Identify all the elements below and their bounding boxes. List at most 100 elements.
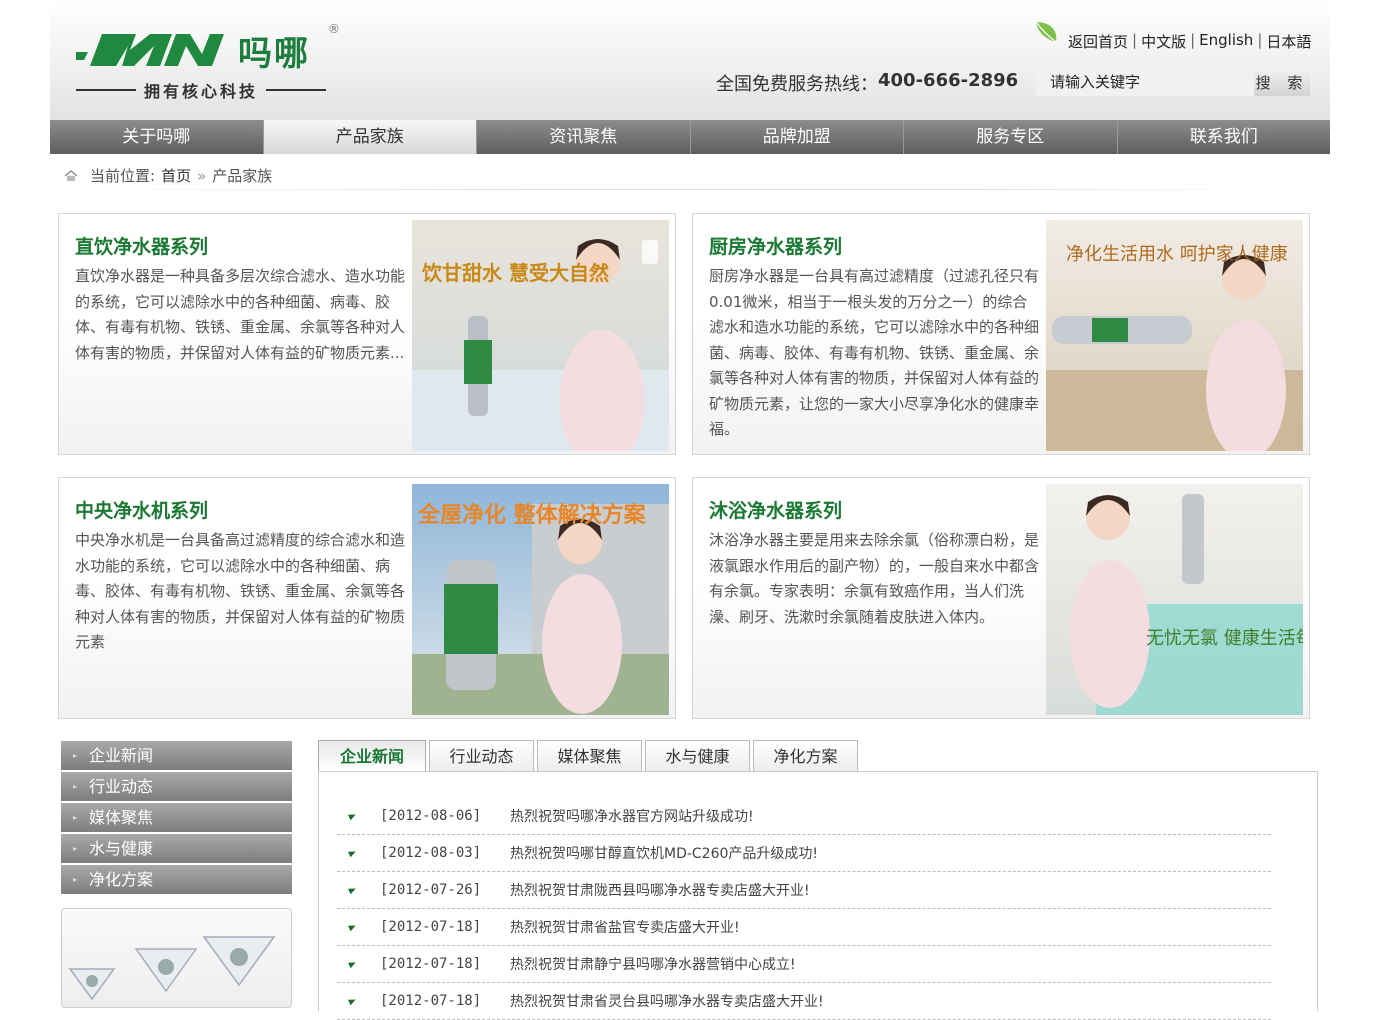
site-header: 吗哪 ® 拥有核心科技 返回首页 | 中文版 | English | 日本語 全… (50, 0, 1330, 120)
nav-contact[interactable]: 联系我们 (1118, 120, 1331, 154)
news-title[interactable]: 热烈祝贺甘肃陇西县吗哪净水器专卖店盛大开业! (510, 880, 810, 900)
breadcrumb-current: 产品家族 (212, 167, 273, 185)
news-title[interactable]: 热烈祝贺甘肃省盐官专卖店盛大开业! (510, 917, 740, 937)
nav-about[interactable]: 关于吗哪 (50, 120, 264, 154)
tab-solutions[interactable]: 净化方案 (753, 740, 858, 772)
arrow-icon (348, 922, 357, 932)
product-title[interactable]: 直饮净水器系列 (75, 232, 208, 259)
registered-mark: ® (328, 22, 340, 36)
product-photo-icon: 无忧无氯 健康生活每一天！ (1046, 484, 1303, 715)
bullet-icon: ▸ (73, 782, 78, 791)
image-caption: 全屋净化 整体解决方案 (417, 502, 647, 528)
product-description: 中央净水机是一台具备高过滤精度的综合滤水和造水功能的系统，它可以滤除水中的各种细… (75, 531, 406, 651)
breadcrumb-home[interactable]: 首页 (161, 165, 191, 186)
search-button[interactable]: 搜 索 (1254, 68, 1310, 96)
product-description: 直饮净水器是一种具备多层次综合滤水、造水功能的系统，它可以滤除水中的各种细菌、病… (75, 267, 406, 362)
product-description: 厨房净水器是一台具有高过滤精度（过滤孔径只有0.01微米，相当于一根头发的万分之… (709, 267, 1040, 438)
news-list: [2012-08-06] 热烈祝贺吗哪净水器官方网站升级成功! [2012-08-… (337, 798, 1271, 1020)
breadcrumb: 当前位置: 首页 » 产品家族 (64, 162, 1264, 190)
nav-franchise[interactable]: 品牌加盟 (691, 120, 904, 154)
news-date: [2012-08-03] (380, 845, 482, 861)
sidebar-item-label: 水与健康 (89, 839, 154, 858)
news-title[interactable]: 热烈祝贺吗哪甘醇直饮机MD-C260产品升级成功! (510, 843, 818, 863)
list-item[interactable]: [2012-08-03] 热烈祝贺吗哪甘醇直饮机MD-C260产品升级成功! (337, 835, 1271, 872)
product-image[interactable]: 无忧无氯 健康生活每一天！ (1046, 484, 1303, 715)
news-title[interactable]: 热烈祝贺甘肃省灵台县吗哪净水器专卖店盛大开业! (510, 991, 824, 1011)
leaf-icon (1035, 21, 1057, 43)
list-item[interactable]: [2012-07-26] 热烈祝贺甘肃陇西县吗哪净水器专卖店盛大开业! (337, 872, 1271, 909)
product-description: 沐浴净水器主要是用来去除余氯（俗称漂白粉，是液氯跟水作用后的副产物）的，一般自来… (709, 531, 1040, 626)
list-item[interactable]: [2012-08-06] 热烈祝贺吗哪净水器官方网站升级成功! (337, 798, 1271, 835)
glasses-icon (68, 936, 276, 1001)
link-japanese[interactable]: 日本語 (1266, 31, 1311, 52)
sidebar-item-label: 净化方案 (89, 870, 154, 889)
news-date: [2012-07-18] (380, 993, 482, 1009)
image-caption: 净化生活用水 呵护家人健康 (1066, 244, 1288, 265)
news-title[interactable]: 热烈祝贺吗哪净水器官方网站升级成功! (510, 806, 754, 826)
sidebar-photo (61, 908, 292, 1008)
list-item[interactable]: [2012-07-18] 热烈祝贺甘肃静宁县吗哪净水器营销中心成立! (337, 946, 1271, 983)
arrow-icon (348, 959, 357, 969)
product-image[interactable]: 净化生活用水 呵护家人健康 (1046, 220, 1303, 451)
sidebar-item-solutions[interactable]: ▸ 净化方案 (61, 865, 292, 894)
sidebar-item-label: 媒体聚焦 (89, 808, 154, 827)
tab-health[interactable]: 水与健康 (645, 740, 750, 772)
link-home[interactable]: 返回首页 (1068, 31, 1128, 52)
top-links: 返回首页 | 中文版 | English | 日本語 (1068, 31, 1311, 52)
image-caption: 无忧无氯 健康生活每一天！ (1146, 628, 1303, 649)
logo-text: 吗哪 (238, 34, 310, 74)
hotline-number: 400-666-2896 (878, 70, 1019, 91)
tab-media[interactable]: 媒体聚焦 (537, 740, 642, 772)
arrow-icon (348, 811, 357, 821)
tab-company-news[interactable]: 企业新闻 (318, 740, 426, 772)
sidebar-item-industry[interactable]: ▸ 行业动态 (61, 772, 292, 801)
hotline-label: 全国免费服务热线： (716, 74, 878, 95)
link-separator: | (1132, 31, 1138, 49)
search-box: 搜 索 (1036, 68, 1310, 96)
product-photo-icon: 饮甘甜水 慧受大自然 (412, 220, 669, 451)
search-input[interactable] (1036, 68, 1256, 96)
sidebar-item-media[interactable]: ▸ 媒体聚焦 (61, 803, 292, 832)
breadcrumb-label: 当前位置: (90, 167, 156, 185)
link-separator: | (1257, 31, 1263, 49)
product-card-central: 中央净水机系列 中央净水机是一台具备高过滤精度的综合滤水和造水功能的系统，它可以… (58, 477, 676, 719)
arrow-icon (348, 885, 357, 895)
sidebar-item-health[interactable]: ▸ 水与健康 (61, 834, 292, 863)
product-title[interactable]: 厨房净水器系列 (709, 232, 842, 259)
news-date: [2012-07-26] (380, 882, 482, 898)
product-image[interactable]: 全屋净化 整体解决方案 (412, 484, 669, 715)
product-title[interactable]: 中央净水机系列 (75, 496, 208, 523)
product-title[interactable]: 沐浴净水器系列 (709, 496, 842, 523)
news-tabs: 企业新闻 行业动态 媒体聚焦 水与健康 净化方案 (318, 740, 858, 772)
breadcrumb-separator: » (197, 166, 207, 185)
product-card-shower: 沐浴净水器系列 沐浴净水器主要是用来去除余氯（俗称漂白粉，是液氯跟水作用后的副产… (692, 477, 1310, 719)
news-title[interactable]: 热烈祝贺甘肃静宁县吗哪净水器营销中心成立! (510, 954, 796, 974)
news-panel: [2012-08-06] 热烈祝贺吗哪净水器官方网站升级成功! [2012-08-… (318, 771, 1318, 1020)
tab-industry[interactable]: 行业动态 (429, 740, 534, 772)
link-english[interactable]: English (1199, 31, 1253, 52)
sidebar-menu: ▸ 企业新闻 ▸ 行业动态 ▸ 媒体聚焦 ▸ 水与健康 ▸ 净化方案 (61, 741, 292, 896)
slogan: 拥有核心科技 (76, 78, 327, 102)
arrow-icon (348, 848, 357, 858)
link-chinese[interactable]: 中文版 (1141, 31, 1186, 52)
news-date: [2012-07-18] (380, 956, 482, 972)
logo[interactable]: 吗哪 ® 拥有核心科技 (76, 22, 346, 102)
bullet-icon: ▸ (73, 813, 78, 822)
logo-mark-icon (76, 34, 224, 66)
nav-service[interactable]: 服务专区 (904, 120, 1118, 154)
sidebar-item-company-news[interactable]: ▸ 企业新闻 (61, 741, 292, 770)
news-date: [2012-08-06] (380, 808, 482, 824)
list-item[interactable]: [2012-07-18] 热烈祝贺甘肃省灵台县吗哪净水器专卖店盛大开业! (337, 983, 1271, 1020)
product-photo-icon: 净化生活用水 呵护家人健康 (1046, 220, 1303, 451)
home-icon (64, 169, 78, 181)
product-photo-icon: 全屋净化 整体解决方案 (412, 484, 669, 715)
nav-products[interactable]: 产品家族 (263, 120, 477, 154)
slogan-text: 拥有核心科技 (144, 82, 259, 101)
news-date: [2012-07-18] (380, 919, 482, 935)
nav-news[interactable]: 资讯聚焦 (477, 120, 691, 154)
image-caption: 饮甘甜水 慧受大自然 (421, 261, 609, 285)
arrow-icon (348, 996, 357, 1006)
bullet-icon: ▸ (73, 751, 78, 760)
list-item[interactable]: [2012-07-18] 热烈祝贺甘肃省盐官专卖店盛大开业! (337, 909, 1271, 946)
product-image[interactable]: 饮甘甜水 慧受大自然 (412, 220, 669, 451)
